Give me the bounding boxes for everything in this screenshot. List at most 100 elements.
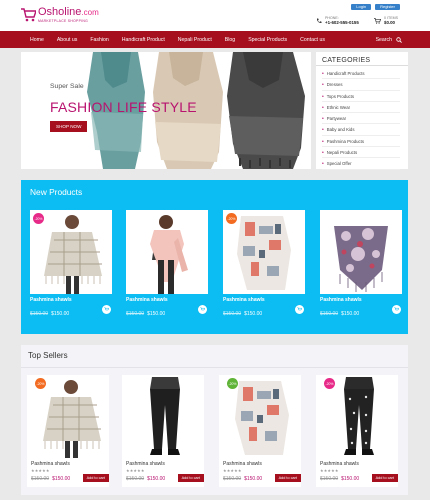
cart-icon — [297, 307, 302, 311]
add-to-cart-button[interactable]: Add to cart — [82, 474, 109, 482]
mini-cart[interactable]: 0 ITEMS $0.00 — [374, 16, 398, 25]
product-card[interactable]: -20% Pashmina shawls ★★★★★ $150.00 $150.0… — [27, 375, 109, 487]
discount-badge: -20% — [227, 378, 238, 389]
category-label: Handicraft Products — [326, 71, 365, 76]
product-name[interactable]: Pashmina shawls — [320, 461, 359, 467]
category-item[interactable]: • Handicraft Products — [322, 68, 400, 80]
categories-panel: CATEGORIES • Handicraft Products • Dresses… — [316, 52, 408, 170]
patterned-scarf-image — [237, 216, 291, 290]
category-item[interactable]: • Pashmina Products — [322, 136, 400, 148]
quick-view-button[interactable] — [295, 305, 304, 314]
old-price: $150.00 — [126, 476, 145, 482]
logo-domain: .com — [81, 8, 99, 17]
category-label: Baby and Kids — [326, 127, 355, 133]
product-name[interactable]: Pashmina shawls — [31, 461, 70, 467]
old-price: $150.00 — [30, 311, 49, 317]
category-label: Tops Products — [326, 93, 354, 99]
site-logo[interactable]: Osholine.com Marketplace Shopping — [20, 7, 99, 23]
cart-icon — [374, 17, 381, 24]
category-item[interactable]: • Nepali Products — [322, 147, 400, 159]
top-sellers-section: Top Sellers -20% Pashmina shawls ★★★★★ $… — [21, 345, 408, 495]
categories-title: CATEGORIES — [316, 52, 408, 66]
new-price: $150.00 — [51, 311, 70, 317]
product-image[interactable] — [320, 210, 402, 294]
category-item[interactable]: • Partywear — [322, 113, 400, 125]
category-label: Pashmina Products — [326, 138, 365, 144]
bullet-icon: • — [322, 150, 324, 157]
discount-badge: -20% — [324, 378, 335, 389]
product-price: $150.00 $150.00 — [126, 311, 165, 317]
add-to-cart-button[interactable]: Add to cart — [274, 474, 301, 482]
category-item[interactable]: • Dresses — [322, 79, 400, 91]
bullet-icon: • — [322, 104, 324, 111]
old-price: $150.00 — [31, 476, 50, 482]
discount-badge: -20% — [33, 213, 44, 224]
nav-item-contact-us[interactable]: Contact us — [300, 37, 325, 43]
new-price: $150.00 — [341, 311, 360, 317]
category-item[interactable]: • Baby and Kids — [322, 124, 400, 136]
category-item[interactable]: • Ethnic Wear — [322, 102, 400, 114]
product-price: $150.00 $150.00 — [30, 311, 69, 317]
nav-item-special-products[interactable]: Special Products — [248, 37, 287, 43]
site-header: Osholine.com Marketplace Shopping Login … — [0, 0, 430, 31]
hero-banner: Super Sale FASHION LIFE STYLE SHOP NOW — [21, 52, 311, 169]
product-card[interactable]: Pashmina shawls $150.00 $150.00 — [320, 210, 402, 323]
product-name[interactable]: Pashmina shawls — [223, 297, 265, 303]
bullet-icon: • — [322, 161, 324, 168]
category-label: Ethnic Wear — [326, 104, 351, 110]
bullet-icon: • — [322, 93, 324, 100]
category-item[interactable]: • Special Offer — [322, 158, 400, 170]
old-price: $150.00 — [126, 311, 145, 317]
nav-item-blog[interactable]: Blog — [225, 37, 235, 43]
logo-name: Osholine — [38, 6, 82, 18]
category-item[interactable]: • Tops Products — [322, 91, 400, 102]
product-name[interactable]: Pashmina shawls — [223, 461, 262, 467]
product-name[interactable]: Pashmina shawls — [320, 297, 362, 303]
bullet-icon: • — [322, 138, 324, 145]
add-to-cart-button[interactable]: Add to cart — [371, 474, 398, 482]
product-card[interactable]: -20% Pashmina shawls ★★★★★ $150.00 $150.0… — [219, 375, 301, 487]
shop-now-button[interactable]: SHOP NOW — [50, 121, 88, 132]
rating-stars: ★★★★★ — [126, 469, 145, 473]
quick-view-button[interactable] — [198, 305, 207, 314]
black-pants-image — [150, 377, 180, 455]
nav-item-about-us[interactable]: About us — [57, 37, 77, 43]
nav-item-nepali-product[interactable]: Nepali Product — [178, 37, 212, 43]
product-card[interactable]: Pashmina shawls $150.00 $150.00 — [126, 210, 208, 323]
bullet-icon: • — [322, 71, 324, 77]
bullet-icon: • — [322, 82, 324, 89]
product-card[interactable]: -20% Pashmina shawls $150.00 $150.00 — [223, 210, 305, 323]
product-price: $150.00 $150.00 — [31, 476, 70, 482]
quick-view-button[interactable] — [102, 305, 111, 314]
cart-icon — [394, 307, 399, 311]
register-button[interactable]: Register — [375, 4, 400, 10]
rating-stars: ★★★★★ — [31, 469, 50, 473]
product-name[interactable]: Pashmina shawls — [126, 297, 168, 303]
product-card[interactable]: -20% Pashmina shawls ★★★★★ $150.00 $150.0… — [316, 375, 398, 487]
add-to-cart-button[interactable]: Add to cart — [177, 474, 204, 482]
nav-item-handicraft-product[interactable]: Handicraft Product — [122, 37, 165, 43]
discount-badge: -20% — [226, 213, 237, 224]
logo-tagline: Marketplace Shopping — [38, 19, 89, 23]
product-card[interactable]: -20% Pashmina shawls $150.00 $150.00 — [30, 210, 112, 323]
login-button[interactable]: Login — [351, 4, 372, 10]
category-label: Nepali Products — [326, 150, 358, 156]
product-card[interactable]: Pashmina shawls ★★★★★ $150.00 $150.00 Add… — [122, 375, 204, 487]
product-image[interactable] — [30, 210, 112, 294]
product-image[interactable] — [126, 210, 208, 294]
nav-item-home[interactable]: Home — [30, 37, 44, 43]
nav-item-fashion[interactable]: Fashion — [90, 37, 108, 43]
product-price: $150.00 $150.00 — [223, 476, 262, 482]
hero-title: FASHION LIFE STYLE — [50, 99, 197, 115]
shopping-cart-logo-icon — [21, 8, 36, 22]
bullet-icon: • — [322, 127, 324, 134]
quick-view-button[interactable] — [392, 305, 401, 314]
product-name[interactable]: Pashmina shawls — [126, 461, 165, 467]
product-image[interactable] — [223, 210, 305, 294]
search-label: Search — [375, 36, 392, 43]
product-name[interactable]: Pashmina shawls — [30, 297, 72, 303]
product-image[interactable] — [126, 375, 204, 458]
new-price: $150.00 — [147, 476, 166, 482]
product-price: $150.00 $150.00 — [223, 311, 262, 317]
search-toggle[interactable]: Search — [376, 31, 402, 48]
